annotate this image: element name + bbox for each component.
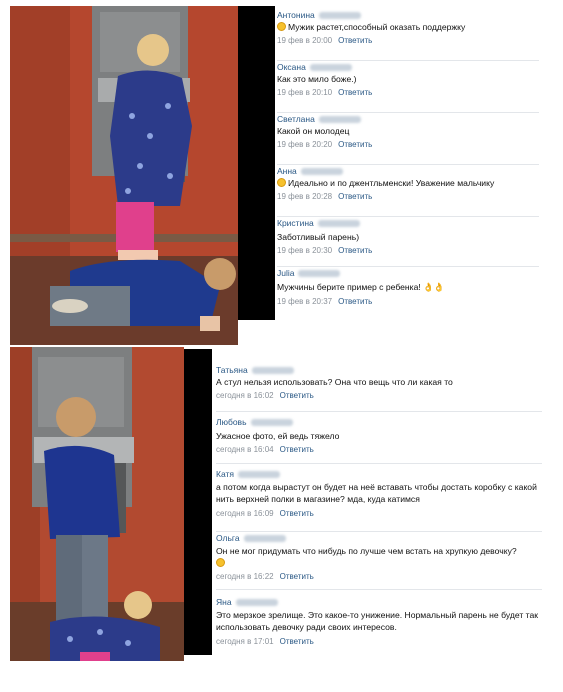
comment-text: Заботливый парень) xyxy=(277,232,360,242)
photo-illustration xyxy=(10,6,238,345)
blurred-surname xyxy=(235,599,278,607)
comment: Анна Идеально и по джентльменски! Уважен… xyxy=(277,166,539,217)
comment-meta: 19 фев в 20:20 Ответить xyxy=(277,140,373,149)
comment-text: Как это мило боже.) xyxy=(277,74,357,84)
blurred-surname xyxy=(298,270,341,278)
comment: Julia Мужчины берите пример с ребенка! 👌… xyxy=(277,268,539,318)
comment: Антонина Мужик растет,способный оказать … xyxy=(277,10,539,61)
blurred-surname xyxy=(309,64,352,72)
author-name[interactable]: Татьяна xyxy=(216,365,294,375)
comment-meta: сегодня в 16:22 Ответить xyxy=(216,572,314,581)
comment-text: А стул нельзя использовать? Она что вещь… xyxy=(216,377,453,387)
blurred-surname xyxy=(251,367,294,375)
reply-link[interactable]: Ответить xyxy=(338,140,372,149)
comment-meta: 19 фев в 20:30 Ответить xyxy=(277,246,373,255)
comment-text: Идеально и по джентльменски! Уважение ма… xyxy=(277,178,539,190)
comment-meta: 19 фев в 20:00 Ответить xyxy=(277,36,373,45)
blurred-surname xyxy=(318,12,361,20)
comment-text: Он не мог придумать что нибудь по лучше … xyxy=(216,546,542,569)
comment: Яна Это мерзкое зрелище. Это какое-то ун… xyxy=(216,597,542,655)
comment-text: Ужасное фото, ей ведь тяжело xyxy=(216,431,340,441)
author-name[interactable]: Ольга xyxy=(216,533,286,543)
comment-meta: сегодня в 16:04 Ответить xyxy=(216,445,314,454)
reply-link[interactable]: Ответить xyxy=(338,88,372,97)
comment-meta: 19 фев в 20:28 Ответить xyxy=(277,192,373,201)
comments-panel-1: Антонина Мужик растет,способный оказать … xyxy=(277,10,539,320)
reply-link[interactable]: Ответить xyxy=(338,36,372,45)
comment-meta: сегодня в 16:09 Ответить xyxy=(216,509,314,518)
reply-link[interactable]: Ответить xyxy=(338,192,372,201)
author-name[interactable]: Светлана xyxy=(277,114,361,124)
photo-girl-on-boy xyxy=(10,6,238,345)
smile-emoji-icon xyxy=(216,557,225,567)
comment-text: Мужик растет,способный оказать поддержку xyxy=(277,22,539,34)
blurred-surname xyxy=(300,168,343,176)
author-name[interactable]: Антонина xyxy=(277,10,361,20)
blurred-surname xyxy=(317,220,360,228)
comment-meta: 19 фев в 20:37 Ответить xyxy=(277,297,373,306)
comment-text: а потом когда вырастут он будет на неё в… xyxy=(216,482,537,504)
author-name[interactable]: Яна xyxy=(216,597,278,607)
author-name[interactable]: Оксана xyxy=(277,62,352,72)
blurred-surname xyxy=(243,535,286,543)
comment-meta: 19 фев в 20:10 Ответить xyxy=(277,88,373,97)
reply-link[interactable]: Ответить xyxy=(280,445,314,454)
reply-link[interactable]: Ответить xyxy=(280,391,314,400)
author-name[interactable]: Кристина xyxy=(277,218,360,228)
author-name[interactable]: Julia xyxy=(277,268,341,278)
author-name[interactable]: Любовь xyxy=(216,417,293,427)
reply-link[interactable]: Ответить xyxy=(280,637,314,646)
black-divider xyxy=(184,349,212,655)
comments-panel-2: Татьяна А стул нельзя использовать? Она … xyxy=(216,365,542,655)
reply-link[interactable]: Ответить xyxy=(338,246,372,255)
blurred-surname xyxy=(238,471,280,479)
reply-link[interactable]: Ответить xyxy=(280,572,314,581)
black-divider xyxy=(238,6,275,320)
photo-boy-on-girl xyxy=(10,347,184,661)
smile-emoji-icon xyxy=(277,22,286,31)
comment: Катя а потом когда вырастут он будет на … xyxy=(216,469,542,532)
comment: Любовь Ужасное фото, ей ведь тяжело сего… xyxy=(216,417,542,464)
author-name[interactable]: Катя xyxy=(216,469,280,479)
photo-illustration xyxy=(10,347,184,661)
smile-emoji-icon xyxy=(277,178,286,187)
comment: Ольга Он не мог придумать что нибудь по … xyxy=(216,533,542,590)
comment: Татьяна А стул нельзя использовать? Она … xyxy=(216,365,542,412)
reply-link[interactable]: Ответить xyxy=(338,297,372,306)
comment-meta: сегодня в 16:02 Ответить xyxy=(216,391,314,400)
author-name[interactable]: Анна xyxy=(277,166,343,176)
reply-link[interactable]: Ответить xyxy=(280,509,314,518)
comment-text: Какой он молодец xyxy=(277,126,350,136)
comment-text: Это мерзкое зрелище. Это какое-то унижен… xyxy=(216,610,539,632)
blurred-surname xyxy=(250,419,293,427)
comment-text: Мужчины берите пример с ребенка! 👌👌 xyxy=(277,282,445,292)
comment-meta: сегодня в 17:01 Ответить xyxy=(216,637,314,646)
comment: Светлана Какой он молодец 19 фев в 20:20… xyxy=(277,114,539,165)
comment: Кристина Заботливый парень) 19 фев в 20:… xyxy=(277,218,539,267)
comment: Оксана Как это мило боже.) 19 фев в 20:1… xyxy=(277,62,539,113)
blurred-surname xyxy=(318,116,361,124)
